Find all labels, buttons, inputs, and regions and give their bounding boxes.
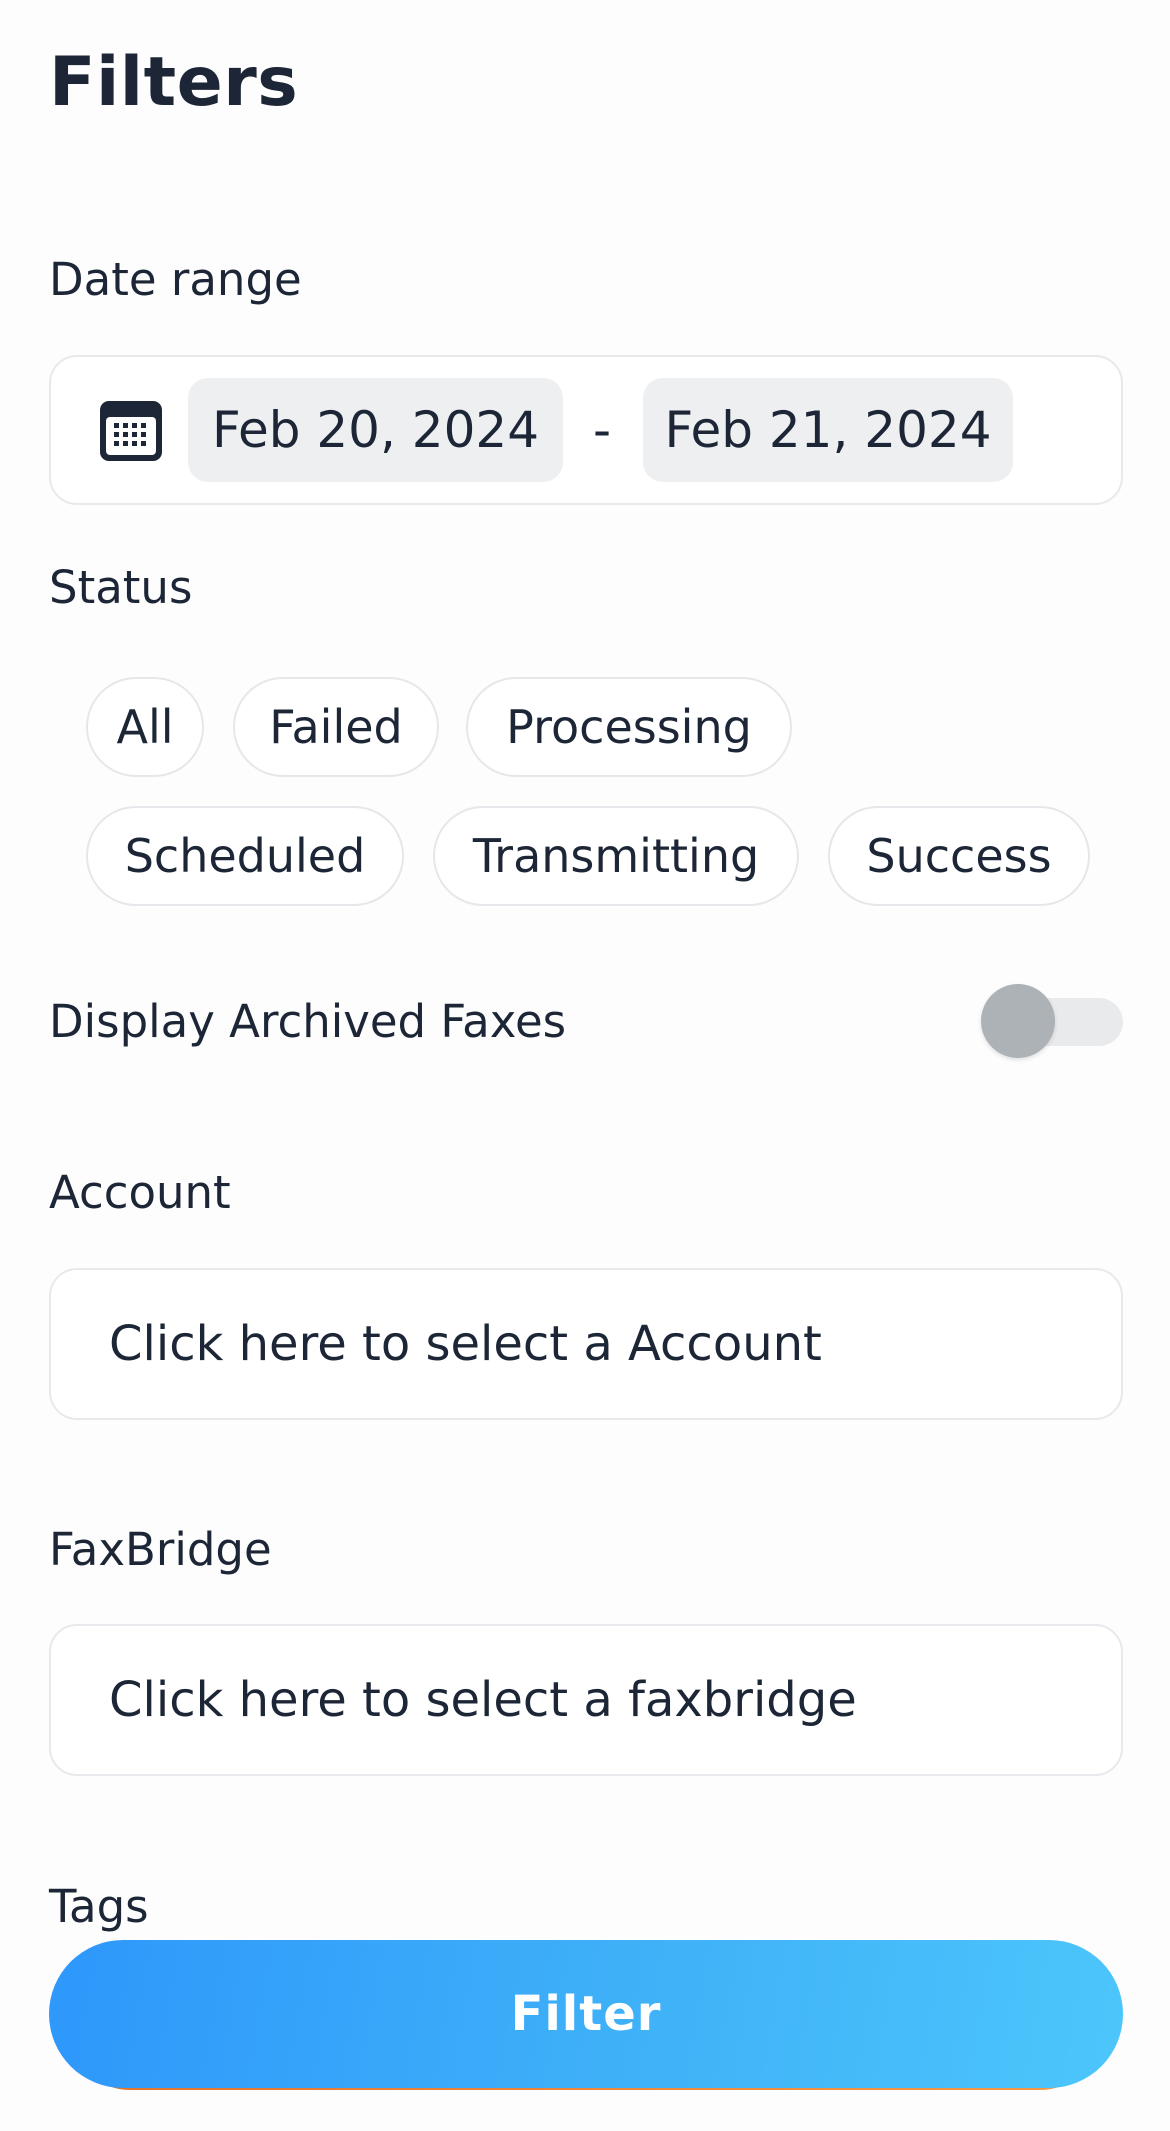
archived-faxes-label: Display Archived Faxes bbox=[49, 995, 567, 1048]
date-range-label: Date range bbox=[49, 253, 302, 306]
faxbridge-select-placeholder: Click here to select a faxbridge bbox=[109, 1672, 857, 1728]
page-title: Filters bbox=[49, 43, 299, 122]
date-separator: - bbox=[592, 401, 612, 459]
filter-button[interactable]: Filter bbox=[49, 1940, 1123, 2088]
tags-label: Tags bbox=[49, 1880, 149, 1933]
status-chip-processing[interactable]: Processing bbox=[466, 677, 792, 777]
archived-faxes-toggle[interactable] bbox=[981, 984, 1055, 1058]
account-select[interactable]: Click here to select a Account bbox=[49, 1268, 1123, 1420]
status-chip-scheduled[interactable]: Scheduled bbox=[86, 806, 404, 906]
calendar-icon bbox=[100, 401, 162, 461]
date-range-picker[interactable]: Feb 20, 2024 - Feb 21, 2024 bbox=[49, 355, 1123, 505]
faxbridge-select[interactable]: Click here to select a faxbridge bbox=[49, 1624, 1123, 1776]
status-chip-failed[interactable]: Failed bbox=[233, 677, 439, 777]
status-chip-transmitting[interactable]: Transmitting bbox=[433, 806, 799, 906]
status-chip-all[interactable]: All bbox=[86, 677, 204, 777]
account-select-placeholder: Click here to select a Account bbox=[109, 1316, 822, 1372]
status-label: Status bbox=[49, 561, 193, 614]
end-date-field[interactable]: Feb 21, 2024 bbox=[643, 378, 1013, 482]
start-date-field[interactable]: Feb 20, 2024 bbox=[188, 378, 563, 482]
faxbridge-label: FaxBridge bbox=[49, 1523, 272, 1576]
status-chip-success[interactable]: Success bbox=[828, 806, 1090, 906]
account-label: Account bbox=[49, 1166, 231, 1219]
